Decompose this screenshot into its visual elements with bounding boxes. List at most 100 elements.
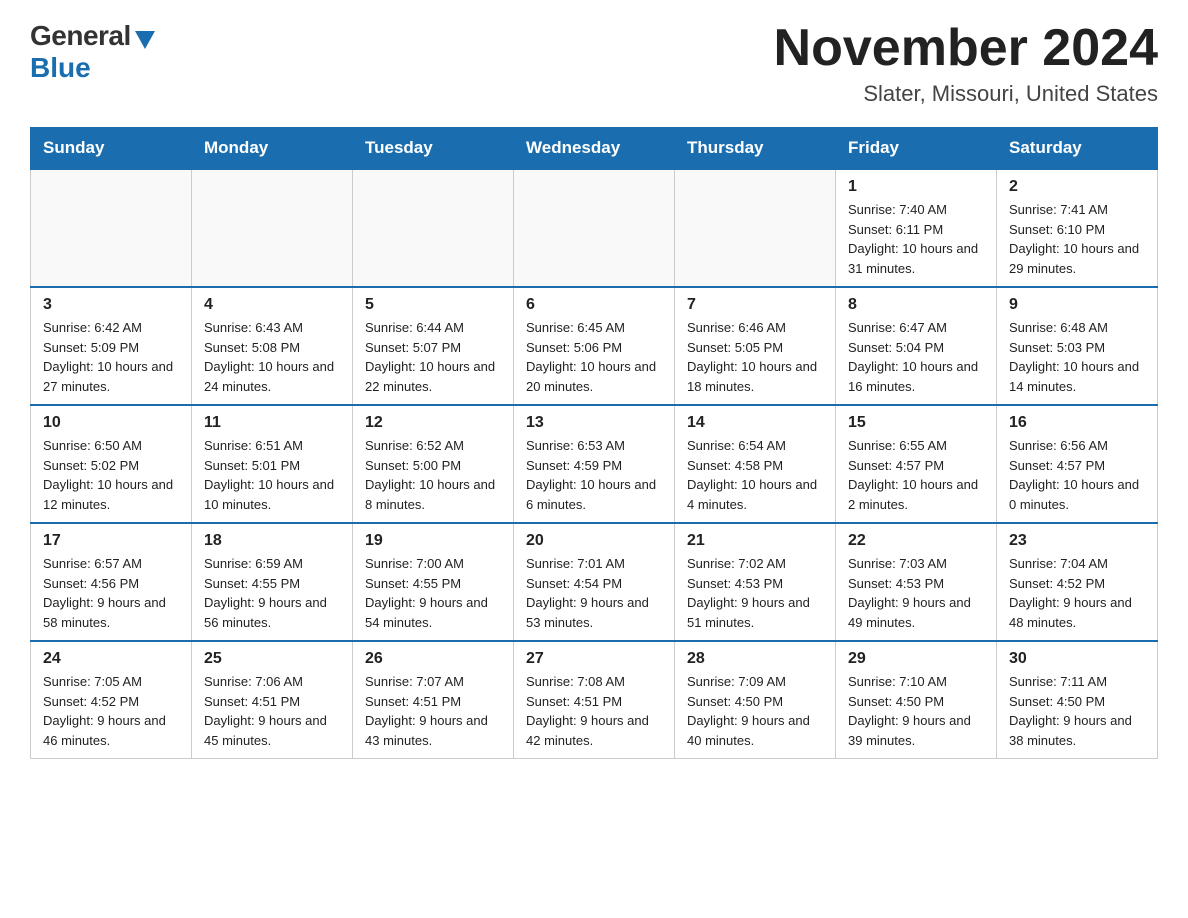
calendar-cell: 1 Sunrise: 7:40 AM Sunset: 6:11 PM Daylig… xyxy=(836,169,997,287)
calendar-cell: 10 Sunrise: 6:50 AM Sunset: 5:02 PM Dayli… xyxy=(31,405,192,523)
calendar-cell: 28 Sunrise: 7:09 AM Sunset: 4:50 PM Dayli… xyxy=(675,641,836,759)
day-info: Sunrise: 6:43 AM Sunset: 5:08 PM Dayligh… xyxy=(204,318,340,396)
day-info: Sunrise: 6:42 AM Sunset: 5:09 PM Dayligh… xyxy=(43,318,179,396)
calendar-cell: 18Sunrise: 6:59 AM Sunset: 4:55 PM Dayli… xyxy=(192,523,353,641)
day-info: Sunrise: 6:51 AM Sunset: 5:01 PM Dayligh… xyxy=(204,436,340,514)
calendar-cell: 27 Sunrise: 7:08 AM Sunset: 4:51 PM Dayli… xyxy=(514,641,675,759)
calendar-cell: 15 Sunrise: 6:55 AM Sunset: 4:57 PM Dayli… xyxy=(836,405,997,523)
day-info: Sunrise: 6:50 AM Sunset: 5:02 PM Dayligh… xyxy=(43,436,179,514)
calendar-cell: 7 Sunrise: 6:46 AM Sunset: 5:05 PM Daylig… xyxy=(675,287,836,405)
day-number: 5 xyxy=(365,296,501,314)
day-info: Sunrise: 7:08 AM Sunset: 4:51 PM Dayligh… xyxy=(526,672,662,750)
day-info: Sunrise: 6:54 AM Sunset: 4:58 PM Dayligh… xyxy=(687,436,823,514)
calendar-cell: 8Sunrise: 6:47 AM Sunset: 5:04 PM Daylig… xyxy=(836,287,997,405)
day-info: Sunrise: 6:46 AM Sunset: 5:05 PM Dayligh… xyxy=(687,318,823,396)
calendar-cell: 20 Sunrise: 7:01 AM Sunset: 4:54 PM Dayli… xyxy=(514,523,675,641)
day-number: 7 xyxy=(687,296,823,314)
day-info: Sunrise: 6:57 AM Sunset: 4:56 PM Dayligh… xyxy=(43,554,179,632)
calendar-cell: 5Sunrise: 6:44 AM Sunset: 5:07 PM Daylig… xyxy=(353,287,514,405)
day-number: 15 xyxy=(848,414,984,432)
day-number: 20 xyxy=(526,532,662,550)
calendar-cell: 12Sunrise: 6:52 AM Sunset: 5:00 PM Dayli… xyxy=(353,405,514,523)
calendar-week-5: 24Sunrise: 7:05 AM Sunset: 4:52 PM Dayli… xyxy=(31,641,1158,759)
day-number: 22 xyxy=(848,532,984,550)
day-info: Sunrise: 7:05 AM Sunset: 4:52 PM Dayligh… xyxy=(43,672,179,750)
header-friday: Friday xyxy=(836,128,997,170)
calendar-cell xyxy=(192,169,353,287)
logo-blue-text: Blue xyxy=(30,52,91,84)
day-info: Sunrise: 6:55 AM Sunset: 4:57 PM Dayligh… xyxy=(848,436,984,514)
calendar-cell: 21Sunrise: 7:02 AM Sunset: 4:53 PM Dayli… xyxy=(675,523,836,641)
calendar-cell xyxy=(675,169,836,287)
logo: General Blue xyxy=(30,20,155,84)
calendar-cell: 14 Sunrise: 6:54 AM Sunset: 4:58 PM Dayli… xyxy=(675,405,836,523)
day-info: Sunrise: 7:07 AM Sunset: 4:51 PM Dayligh… xyxy=(365,672,501,750)
day-number: 13 xyxy=(526,414,662,432)
day-number: 27 xyxy=(526,650,662,668)
calendar-header: SundayMondayTuesdayWednesdayThursdayFrid… xyxy=(31,128,1158,170)
calendar-cell: 30 Sunrise: 7:11 AM Sunset: 4:50 PM Dayli… xyxy=(997,641,1158,759)
calendar-week-4: 17Sunrise: 6:57 AM Sunset: 4:56 PM Dayli… xyxy=(31,523,1158,641)
day-info: Sunrise: 7:10 AM Sunset: 4:50 PM Dayligh… xyxy=(848,672,984,750)
day-number: 8 xyxy=(848,296,984,314)
day-info: Sunrise: 6:56 AM Sunset: 4:57 PM Dayligh… xyxy=(1009,436,1145,514)
day-info: Sunrise: 7:41 AM Sunset: 6:10 PM Dayligh… xyxy=(1009,200,1145,278)
day-info: Sunrise: 7:00 AM Sunset: 4:55 PM Dayligh… xyxy=(365,554,501,632)
calendar-cell: 3 Sunrise: 6:42 AM Sunset: 5:09 PM Daylig… xyxy=(31,287,192,405)
day-number: 25 xyxy=(204,650,340,668)
day-number: 9 xyxy=(1009,296,1145,314)
calendar-cell xyxy=(353,169,514,287)
day-number: 1 xyxy=(848,178,984,196)
header-sunday: Sunday xyxy=(31,128,192,170)
calendar-cell: 19Sunrise: 7:00 AM Sunset: 4:55 PM Dayli… xyxy=(353,523,514,641)
calendar-cell: 11Sunrise: 6:51 AM Sunset: 5:01 PM Dayli… xyxy=(192,405,353,523)
day-number: 23 xyxy=(1009,532,1145,550)
day-number: 28 xyxy=(687,650,823,668)
header-saturday: Saturday xyxy=(997,128,1158,170)
day-number: 18 xyxy=(204,532,340,550)
day-info: Sunrise: 6:53 AM Sunset: 4:59 PM Dayligh… xyxy=(526,436,662,514)
calendar-table: SundayMondayTuesdayWednesdayThursdayFrid… xyxy=(30,127,1158,759)
calendar-week-2: 3 Sunrise: 6:42 AM Sunset: 5:09 PM Daylig… xyxy=(31,287,1158,405)
logo-triangle-icon xyxy=(135,31,155,49)
calendar-header-row: SundayMondayTuesdayWednesdayThursdayFrid… xyxy=(31,128,1158,170)
calendar-cell: 4 Sunrise: 6:43 AM Sunset: 5:08 PM Daylig… xyxy=(192,287,353,405)
calendar-cell xyxy=(31,169,192,287)
header-thursday: Thursday xyxy=(675,128,836,170)
day-info: Sunrise: 6:48 AM Sunset: 5:03 PM Dayligh… xyxy=(1009,318,1145,396)
day-number: 30 xyxy=(1009,650,1145,668)
page-header: General Blue November 2024 Slater, Misso… xyxy=(30,20,1158,107)
day-number: 10 xyxy=(43,414,179,432)
calendar-cell: 29 Sunrise: 7:10 AM Sunset: 4:50 PM Dayli… xyxy=(836,641,997,759)
calendar-cell xyxy=(514,169,675,287)
day-info: Sunrise: 7:06 AM Sunset: 4:51 PM Dayligh… xyxy=(204,672,340,750)
calendar-cell: 13 Sunrise: 6:53 AM Sunset: 4:59 PM Dayli… xyxy=(514,405,675,523)
day-number: 14 xyxy=(687,414,823,432)
calendar-cell: 23 Sunrise: 7:04 AM Sunset: 4:52 PM Dayli… xyxy=(997,523,1158,641)
calendar-cell: 22 Sunrise: 7:03 AM Sunset: 4:53 PM Dayli… xyxy=(836,523,997,641)
calendar-cell: 26 Sunrise: 7:07 AM Sunset: 4:51 PM Dayli… xyxy=(353,641,514,759)
header-monday: Monday xyxy=(192,128,353,170)
day-number: 4 xyxy=(204,296,340,314)
day-number: 21 xyxy=(687,532,823,550)
day-info: Sunrise: 7:09 AM Sunset: 4:50 PM Dayligh… xyxy=(687,672,823,750)
calendar-cell: 9 Sunrise: 6:48 AM Sunset: 5:03 PM Daylig… xyxy=(997,287,1158,405)
header-tuesday: Tuesday xyxy=(353,128,514,170)
calendar-week-3: 10 Sunrise: 6:50 AM Sunset: 5:02 PM Dayli… xyxy=(31,405,1158,523)
calendar-cell: 6Sunrise: 6:45 AM Sunset: 5:06 PM Daylig… xyxy=(514,287,675,405)
day-info: Sunrise: 7:03 AM Sunset: 4:53 PM Dayligh… xyxy=(848,554,984,632)
month-title: November 2024 xyxy=(774,20,1158,77)
day-number: 6 xyxy=(526,296,662,314)
day-info: Sunrise: 7:04 AM Sunset: 4:52 PM Dayligh… xyxy=(1009,554,1145,632)
day-number: 26 xyxy=(365,650,501,668)
calendar-cell: 16Sunrise: 6:56 AM Sunset: 4:57 PM Dayli… xyxy=(997,405,1158,523)
day-info: Sunrise: 7:01 AM Sunset: 4:54 PM Dayligh… xyxy=(526,554,662,632)
calendar-cell: 17Sunrise: 6:57 AM Sunset: 4:56 PM Dayli… xyxy=(31,523,192,641)
day-info: Sunrise: 7:40 AM Sunset: 6:11 PM Dayligh… xyxy=(848,200,984,278)
calendar-cell: 24Sunrise: 7:05 AM Sunset: 4:52 PM Dayli… xyxy=(31,641,192,759)
day-info: Sunrise: 7:11 AM Sunset: 4:50 PM Dayligh… xyxy=(1009,672,1145,750)
header-wednesday: Wednesday xyxy=(514,128,675,170)
day-number: 29 xyxy=(848,650,984,668)
calendar-body: 1 Sunrise: 7:40 AM Sunset: 6:11 PM Daylig… xyxy=(31,169,1158,759)
day-number: 3 xyxy=(43,296,179,314)
